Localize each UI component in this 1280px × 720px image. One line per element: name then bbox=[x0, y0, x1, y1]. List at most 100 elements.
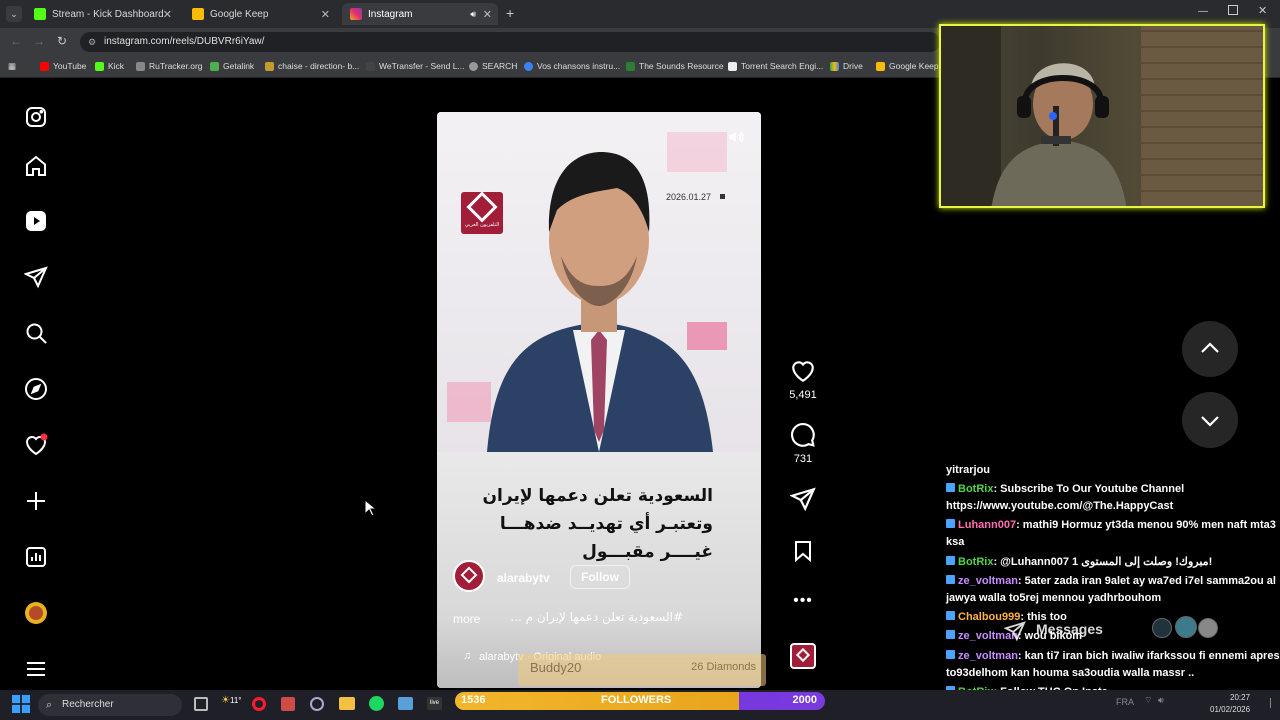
minimize-button[interactable]: — bbox=[1198, 6, 1208, 17]
chat-message: yitrarjou bbox=[946, 464, 990, 476]
follow-button[interactable]: Follow bbox=[570, 565, 630, 589]
live-app-icon[interactable]: live bbox=[427, 697, 442, 710]
clock-time[interactable]: 20:27 bbox=[1230, 693, 1250, 702]
bookmark-youtube[interactable]: YouTube bbox=[40, 61, 86, 71]
chat-username[interactable]: ze_voltman bbox=[958, 575, 1018, 587]
bookmark-sounds-resource[interactable]: The Sounds Resource bbox=[626, 61, 724, 71]
tab-audio-icon[interactable]: 🔊︎ bbox=[470, 9, 476, 20]
app-icon[interactable] bbox=[398, 697, 413, 710]
search-icon[interactable] bbox=[24, 321, 48, 345]
headline-line-2: وتعتبـر أي تهديــد ضدهـــا bbox=[499, 514, 713, 534]
close-window-button[interactable]: ✕ bbox=[1258, 4, 1267, 17]
webcam-background-wall bbox=[1141, 26, 1263, 206]
previous-reel-button[interactable] bbox=[1182, 321, 1238, 377]
avatar bbox=[1152, 618, 1172, 638]
reels-icon[interactable] bbox=[24, 209, 48, 233]
language-indicator[interactable]: FRA bbox=[1116, 697, 1134, 707]
sound-icon[interactable] bbox=[727, 128, 745, 146]
forward-icon[interactable]: → bbox=[33, 34, 45, 48]
bookmark-drive[interactable]: Drive bbox=[830, 61, 863, 71]
chat-username[interactable]: BotRix bbox=[958, 483, 993, 495]
bookmark-wetransfer[interactable]: WeTransfer - Send L... bbox=[366, 61, 465, 71]
home-icon[interactable] bbox=[24, 154, 48, 178]
notifications-icon[interactable] bbox=[24, 433, 48, 457]
reload-icon[interactable]: ↻ bbox=[57, 34, 67, 48]
bookmark-google-keep[interactable]: Google Keep bbox=[876, 61, 939, 71]
maximize-button[interactable] bbox=[1228, 5, 1238, 15]
spotify-icon[interactable] bbox=[369, 696, 384, 711]
streamer-figure bbox=[991, 63, 1127, 206]
create-icon[interactable] bbox=[24, 489, 48, 513]
chat-text: ksa bbox=[946, 536, 965, 548]
like-count: 5,491 bbox=[789, 389, 817, 401]
back-icon[interactable]: ← bbox=[10, 34, 22, 48]
bookmark-chaise[interactable]: chaise - direction- b... bbox=[265, 61, 359, 71]
next-reel-button[interactable] bbox=[1182, 392, 1238, 448]
weather-temp: 11° bbox=[229, 696, 242, 705]
url-text: instagram.com/reels/DUBVRr6iYaw/ bbox=[104, 36, 265, 47]
chat-message: BotRix: Subscribe To Our Youtube Channel bbox=[946, 483, 1184, 495]
followers-goal-bar: 1536 FOLLOWERS 2000 bbox=[455, 692, 825, 710]
tab-search-button[interactable]: ⌄ bbox=[6, 6, 22, 22]
music-note-icon: ♫ bbox=[463, 650, 472, 662]
more-options-icon[interactable]: ••• bbox=[788, 592, 818, 610]
close-tab-icon[interactable]: ✕ bbox=[483, 8, 492, 21]
apps-icon[interactable]: ▦ bbox=[8, 61, 16, 72]
start-button[interactable] bbox=[12, 695, 30, 713]
instagram-logo-icon[interactable] bbox=[24, 105, 48, 129]
audio-thumbnail[interactable] bbox=[790, 643, 816, 669]
chat-text: : @Luhann007 مبروك! وصلت إلى المستوى 1! bbox=[993, 556, 1213, 568]
explore-icon[interactable] bbox=[24, 377, 48, 401]
dashboard-icon[interactable] bbox=[24, 545, 48, 569]
account-avatar[interactable] bbox=[453, 560, 485, 592]
chat-message: BotRix: @Luhann007 مبروك! وصلت إلى المست… bbox=[946, 555, 1212, 568]
chat-text: : 5ater zada iran 9alet ay wa7ed i7el sa… bbox=[1017, 575, 1276, 587]
bookmark-torrent-search[interactable]: Torrent Search Engi... bbox=[728, 61, 823, 71]
wifi-icon[interactable]: ⌔ bbox=[1144, 695, 1152, 706]
chat-username[interactable]: BotRix bbox=[958, 556, 993, 568]
close-tab-icon[interactable]: ✕ bbox=[163, 8, 172, 21]
tab-google-keep[interactable]: Google Keep ✕ bbox=[184, 3, 336, 25]
chat-badge-icon bbox=[946, 575, 955, 584]
site-info-icon[interactable]: ⚙ bbox=[88, 32, 96, 52]
reel-video-card[interactable]: التلفزيون العربي 2026.01.27 السعودية تعل… bbox=[437, 112, 761, 688]
task-view-icon[interactable] bbox=[194, 697, 208, 711]
more-link[interactable]: more bbox=[453, 612, 480, 626]
bookmark-rutracker[interactable]: RuTracker.org bbox=[136, 61, 203, 71]
taskbar-search[interactable]: ⌕ Rechercher bbox=[38, 694, 182, 716]
account-name[interactable]: alarabytv bbox=[497, 571, 550, 585]
app-icon[interactable] bbox=[281, 697, 295, 711]
like-button[interactable] bbox=[788, 358, 818, 387]
notifications-tray-icon[interactable] bbox=[1270, 698, 1276, 708]
profile-avatar[interactable] bbox=[24, 601, 48, 625]
menu-icon[interactable] bbox=[24, 657, 48, 681]
file-explorer-icon[interactable] bbox=[339, 697, 355, 710]
chat-username[interactable]: ze_voltman bbox=[958, 650, 1018, 662]
chat-username[interactable]: Luhann007 bbox=[958, 519, 1016, 531]
save-bookmark-icon[interactable] bbox=[788, 539, 818, 566]
google-keep-favicon-icon bbox=[192, 8, 204, 20]
bookmark-search[interactable]: SEARCH bbox=[469, 61, 517, 71]
url-field[interactable]: ⚙ instagram.com/reels/DUBVRr6iYaw/ bbox=[80, 32, 940, 52]
chat-message: https://www.youtube.com/@The.HappyCast bbox=[946, 500, 1173, 512]
bookmark-kick[interactable]: Kick bbox=[95, 61, 124, 71]
bookmark-getalink[interactable]: Getalink bbox=[210, 61, 254, 71]
comment-button[interactable] bbox=[788, 422, 818, 451]
weather-icon[interactable]: ☀11° bbox=[221, 695, 241, 706]
reel-video-frame[interactable]: التلفزيون العربي 2026.01.27 bbox=[437, 112, 761, 452]
volume-icon[interactable]: 🔊︎ bbox=[1158, 695, 1164, 706]
tab-kick-dashboard[interactable]: Stream - Kick Dashboard ✕ bbox=[26, 3, 178, 25]
chat-badge-icon bbox=[946, 556, 955, 565]
clock-date[interactable]: 01/02/2026 bbox=[1210, 705, 1250, 714]
opera-icon[interactable] bbox=[252, 697, 266, 711]
app-icon[interactable] bbox=[310, 697, 324, 711]
messages-icon[interactable] bbox=[24, 265, 48, 289]
chat-message: to93delhom kan houma sa3oudia walla mass… bbox=[946, 667, 1194, 679]
share-icon[interactable] bbox=[788, 486, 818, 515]
messages-send-icon bbox=[1004, 621, 1026, 642]
chat-text: : mathi9 Hormuz yt3da menou 90% men naft… bbox=[1016, 519, 1276, 531]
tab-instagram[interactable]: Instagram 🔊︎ ✕ bbox=[342, 3, 498, 25]
close-tab-icon[interactable]: ✕ bbox=[321, 8, 330, 21]
new-tab-button[interactable]: + bbox=[506, 5, 514, 21]
bookmark-vos-chansons[interactable]: Vos chansons instru... bbox=[524, 61, 620, 71]
